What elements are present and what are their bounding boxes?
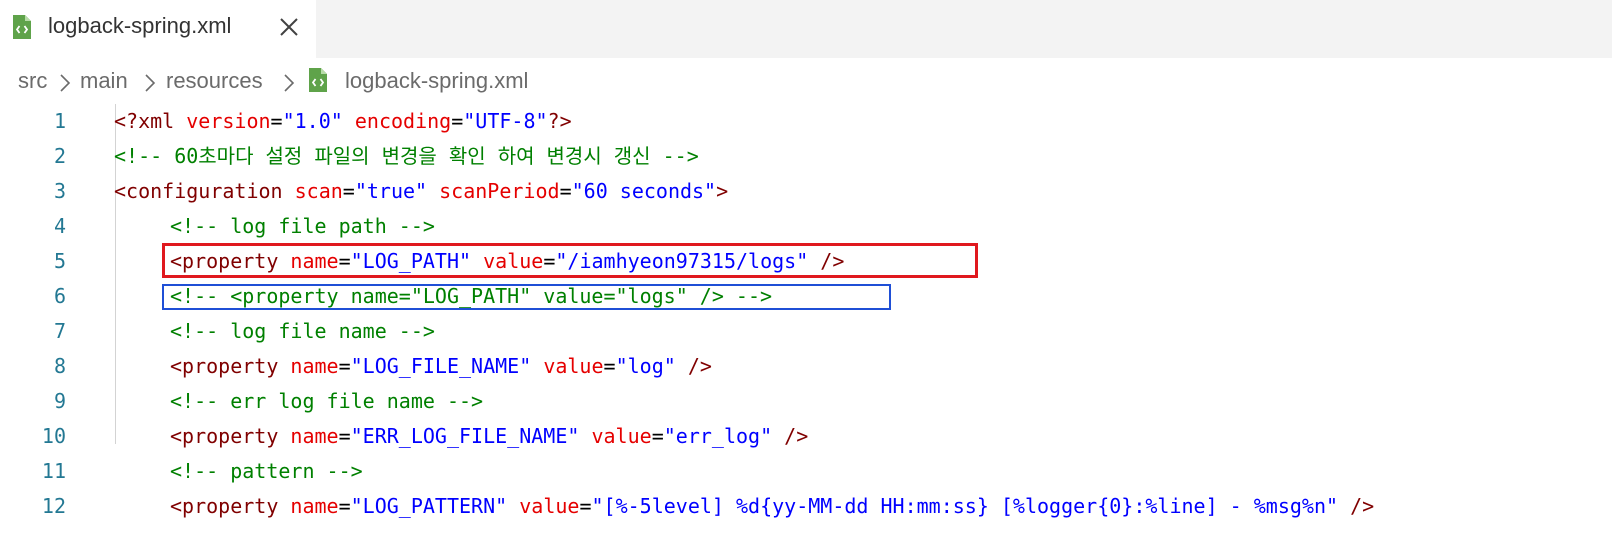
- code-token: "log": [615, 354, 676, 378]
- code-token: "err_log": [663, 424, 773, 448]
- code-token: name: [290, 354, 339, 378]
- code-token: scanPeriod: [439, 179, 560, 203]
- code-line[interactable]: <property name="LOG_PATTERN" value="[%-5…: [114, 489, 1374, 524]
- code-token: encoding: [354, 109, 452, 133]
- code-token: =: [559, 179, 572, 203]
- xml-file-icon: [307, 67, 329, 99]
- breadcrumb-item-file[interactable]: logback-spring.xml: [345, 68, 528, 94]
- breadcrumb: src main resources logback-spring.xml: [0, 60, 1612, 106]
- code-token: "60 seconds": [571, 179, 717, 203]
- code-line[interactable]: <!-- log file name -->: [114, 314, 435, 349]
- highlight-box-blue: [162, 284, 891, 310]
- code-line[interactable]: <configuration scan="true" scanPeriod="6…: [114, 174, 728, 209]
- code-line[interactable]: <!-- err log file name -->: [114, 384, 483, 419]
- line-number: 2: [53, 144, 66, 168]
- code-token: <!-- 60초마다 설정 파일의 변경을 확인 하여 변경시 갱신 -->: [114, 144, 699, 168]
- code-token: <?xml: [114, 109, 187, 133]
- code-line[interactable]: <?xml version="1.0" encoding="UTF-8"?>: [114, 104, 572, 139]
- chevron-right-icon: [283, 73, 295, 99]
- tab-bar: logback-spring.xml: [0, 0, 1612, 58]
- code-token: =: [270, 109, 283, 133]
- line-number: 4: [53, 214, 66, 238]
- code-token: <!-- log file name -->: [170, 319, 435, 343]
- code-token: >: [716, 179, 729, 203]
- code-line[interactable]: <!-- log file path -->: [114, 209, 435, 244]
- breadcrumb-item-main[interactable]: main: [80, 68, 128, 94]
- close-icon[interactable]: [276, 14, 302, 40]
- code-token: <property: [170, 494, 291, 518]
- code-token: =: [603, 354, 616, 378]
- code-line[interactable]: <!-- 60초마다 설정 파일의 변경을 확인 하여 변경시 갱신 -->: [114, 139, 699, 174]
- code-token: value: [591, 424, 652, 448]
- code-token: />: [1338, 494, 1375, 518]
- code-token: "1.0": [282, 109, 343, 133]
- code-token: =: [338, 354, 351, 378]
- code-token: version: [186, 109, 271, 133]
- line-number: 8: [53, 354, 66, 378]
- code-editor[interactable]: 1 <?xml version="1.0" encoding="UTF-8"?> 2…: [0, 104, 1612, 552]
- code-token: <property: [170, 424, 291, 448]
- code-token: />: [772, 424, 809, 448]
- tab-label: logback-spring.xml: [48, 13, 232, 38]
- tab-logback-spring[interactable]: logback-spring.xml: [0, 0, 316, 58]
- code-line[interactable]: <property name="ERR_LOG_FILE_NAME" value…: [114, 419, 808, 454]
- xml-file-icon: [11, 14, 33, 45]
- highlight-box-red: [162, 243, 978, 278]
- breadcrumb-item-src[interactable]: src: [18, 68, 47, 94]
- line-number: 9: [53, 389, 66, 413]
- code-token: "[%-5level] %d{yy-MM-dd HH:mm:ss} [%logg…: [591, 494, 1339, 518]
- code-token: <!-- log file path -->: [170, 214, 435, 238]
- line-number: 12: [41, 494, 66, 518]
- code-token: name: [290, 424, 339, 448]
- code-token: name: [290, 494, 339, 518]
- code-token: <!-- pattern -->: [170, 459, 363, 483]
- code-token: =: [579, 494, 592, 518]
- code-token: <property: [170, 354, 291, 378]
- line-number: 7: [53, 319, 66, 343]
- code-token: "LOG_PATTERN": [350, 494, 508, 518]
- chevron-right-icon: [144, 73, 156, 99]
- line-number: 5: [53, 249, 66, 273]
- code-token: />: [675, 354, 712, 378]
- chevron-right-icon: [59, 73, 71, 99]
- code-token: "ERR_LOG_FILE_NAME": [350, 424, 580, 448]
- code-token: ?>: [547, 109, 572, 133]
- code-token: scan: [294, 179, 343, 203]
- line-number: 11: [41, 459, 66, 483]
- line-number: 1: [53, 109, 66, 133]
- code-token: value: [519, 494, 580, 518]
- code-token: value: [543, 354, 604, 378]
- code-token: "true": [354, 179, 428, 203]
- code-line[interactable]: <!-- pattern -->: [114, 454, 363, 489]
- line-number: 6: [53, 284, 66, 308]
- code-line[interactable]: <property name="LOG_FILE_NAME" value="lo…: [114, 349, 712, 384]
- code-token: <!-- err log file name -->: [170, 389, 484, 413]
- code-token: =: [342, 179, 355, 203]
- code-token: =: [338, 494, 351, 518]
- line-number: 3: [53, 179, 66, 203]
- code-token: "LOG_FILE_NAME": [350, 354, 532, 378]
- breadcrumb-item-resources[interactable]: resources: [166, 68, 263, 94]
- code-token: =: [338, 424, 351, 448]
- code-token: "UTF-8": [463, 109, 548, 133]
- code-token: =: [451, 109, 464, 133]
- code-token: =: [651, 424, 664, 448]
- line-number: 10: [41, 424, 66, 448]
- code-token: <configuration: [114, 179, 295, 203]
